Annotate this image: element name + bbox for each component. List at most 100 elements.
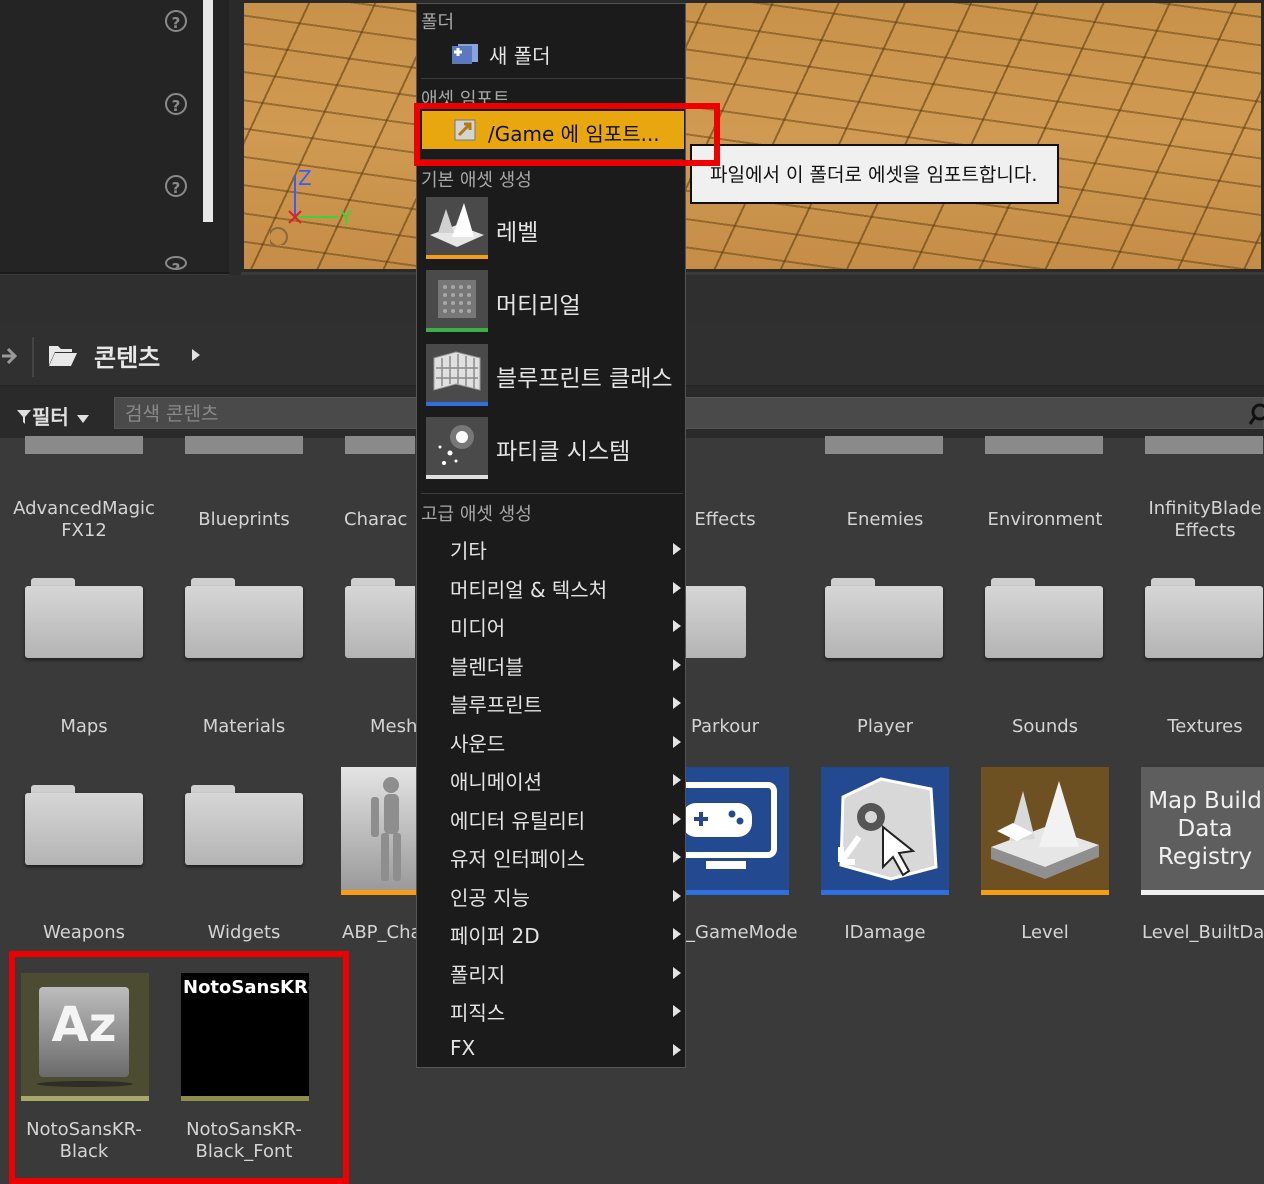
help-icon[interactable]: ? [165, 10, 187, 32]
forward-arrow-icon[interactable] [0, 344, 20, 368]
asset-label: _GameMode [686, 922, 798, 943]
submenu-arrow-icon [673, 1043, 681, 1056]
chevron-down-icon [76, 415, 89, 423]
asset-label: AdvancedMagic FX12 [13, 498, 155, 541]
interface-icon [838, 777, 938, 881]
menu-section-import: 애셋 임포트 [421, 89, 510, 110]
asset-label: InfinityBlade Effects [1148, 498, 1262, 541]
submenu-arrow-icon [673, 812, 681, 825]
submenu-item[interactable]: 피직스 [450, 997, 505, 1026]
font-face-thumbnail[interactable]: Az [21, 973, 149, 1101]
search-input[interactable]: 검색 콘텐츠 [114, 397, 1264, 429]
menu-item-import[interactable]: /Game 에 임포트... [422, 111, 684, 149]
folder-icon[interactable] [185, 785, 303, 865]
submenu-arrow-icon [673, 543, 681, 555]
material-icon[interactable] [426, 270, 488, 332]
particle-system-icon[interactable] [426, 417, 488, 479]
submenu-item[interactable]: 유저 인터페이스 [450, 843, 585, 872]
submenu-item[interactable]: 애니메이션 [450, 766, 542, 795]
folder-icon[interactable] [825, 578, 943, 658]
submenu-item[interactable]: 미디어 [450, 612, 505, 641]
help-icon[interactable]: ? [165, 93, 187, 115]
folder-icon[interactable] [185, 578, 303, 658]
menu-section-folder: 폴더 [421, 12, 455, 33]
submenu-item[interactable]: 머티리얼 & 텍스처 [450, 574, 607, 603]
submenu-item[interactable]: 블루프린트 [450, 689, 542, 718]
asset-label: IDamage [844, 922, 926, 943]
asset-label: Environment [987, 509, 1103, 530]
asset-label: Maps [60, 716, 108, 737]
asset-label: NotoSansKR- Black_Font [186, 1119, 302, 1162]
help-icon[interactable]: ? [165, 175, 187, 197]
level-viewport[interactable] [241, 0, 1264, 272]
menu-section-basic: 기본 애셋 생성 [421, 170, 532, 191]
gamemode-thumbnail[interactable] [686, 767, 789, 895]
asset-label: Widgets [207, 922, 281, 943]
font-az-icon: Az [51, 997, 117, 1053]
chevron-right-icon[interactable] [190, 347, 202, 363]
folder-icon[interactable] [686, 578, 746, 658]
submenu-item[interactable]: 기타 [450, 535, 487, 564]
asset-label: Materials [202, 716, 286, 737]
submenu-item[interactable]: FX [450, 1036, 475, 1060]
menu-item-material[interactable]: 머티리얼 [496, 286, 581, 320]
folder-icon[interactable] [825, 436, 943, 454]
submenu-arrow-icon [673, 1005, 681, 1017]
divider [32, 337, 34, 377]
folder-icon[interactable] [185, 436, 303, 454]
new-folder-icon [452, 44, 478, 64]
asset-label: Sounds [1011, 716, 1079, 737]
level-icon[interactable] [426, 197, 488, 259]
menu-section-advanced: 고급 애셋 생성 [421, 504, 532, 525]
submenu-arrow-icon [673, 889, 681, 902]
context-menu: 폴더 새 폴더 애셋 임포트 /Game 에 임포트... 기본 애셋 생성 레… [416, 3, 686, 1068]
level-icon [991, 781, 1099, 879]
help-icon[interactable]: ? [165, 256, 187, 270]
asset-label: Player [856, 716, 913, 737]
folder-icon[interactable] [985, 578, 1103, 658]
asset-label: Charac [344, 509, 408, 530]
submenu-item[interactable]: 페이퍼 2D [450, 920, 540, 949]
submenu-arrow-icon [673, 658, 681, 671]
menu-item-level[interactable]: 레벨 [496, 213, 538, 247]
mapbuild-thumbnail[interactable]: Map Build Data Registry [1141, 767, 1264, 895]
font-thumb-text: NotoSansKR-I [183, 977, 309, 998]
folder-icon[interactable] [985, 436, 1103, 454]
menu-item-particle-system[interactable]: 파티클 시스템 [496, 432, 630, 466]
submenu-arrow-icon [673, 581, 681, 594]
filter-label: 필터 [32, 405, 69, 429]
folder-icon[interactable] [1145, 436, 1263, 454]
folder-icon[interactable] [345, 578, 415, 658]
filter-button[interactable]: 필터 [16, 401, 90, 430]
folder-icon[interactable] [1145, 578, 1263, 658]
submenu-arrow-icon [673, 851, 681, 863]
asset-label: Level [1021, 922, 1069, 943]
asset-label: Enemies [846, 509, 924, 530]
menu-item-blueprint-class[interactable]: 블루프린트 클래스 [496, 359, 673, 393]
blueprint-icon[interactable] [426, 344, 488, 406]
mannequin-icon [371, 777, 401, 881]
path-segment-content[interactable]: 콘텐츠 [94, 338, 160, 373]
submenu-item[interactable]: 폴리지 [450, 959, 505, 988]
submenu-arrow-icon [673, 928, 681, 940]
submenu-arrow-icon [673, 735, 681, 748]
font-thumbnail[interactable]: NotoSansKR-I [181, 973, 309, 1101]
folder-icon[interactable] [345, 436, 415, 454]
interface-thumbnail[interactable] [821, 767, 949, 895]
submenu-item[interactable]: 블렌더블 [450, 651, 524, 680]
level-thumbnail[interactable] [981, 767, 1109, 895]
folder-icon[interactable] [25, 436, 143, 454]
panel-scrollbar[interactable] [203, 0, 213, 222]
asset-label: Weapons [42, 922, 126, 943]
panel-splitter[interactable] [229, 0, 241, 275]
search-icon[interactable] [1248, 402, 1264, 426]
submenu-item[interactable]: 사운드 [450, 728, 505, 757]
folder-icon[interactable] [25, 578, 143, 658]
folder-open-icon [49, 346, 77, 366]
animblueprint-thumbnail[interactable] [341, 767, 416, 895]
submenu-item[interactable]: 에디터 유틸리티 [450, 805, 585, 834]
menu-item-new-folder[interactable]: 새 폴더 [489, 40, 551, 69]
submenu-item[interactable]: 인공 지능 [450, 882, 530, 911]
submenu-arrow-icon [673, 697, 681, 709]
folder-icon[interactable] [25, 785, 143, 865]
